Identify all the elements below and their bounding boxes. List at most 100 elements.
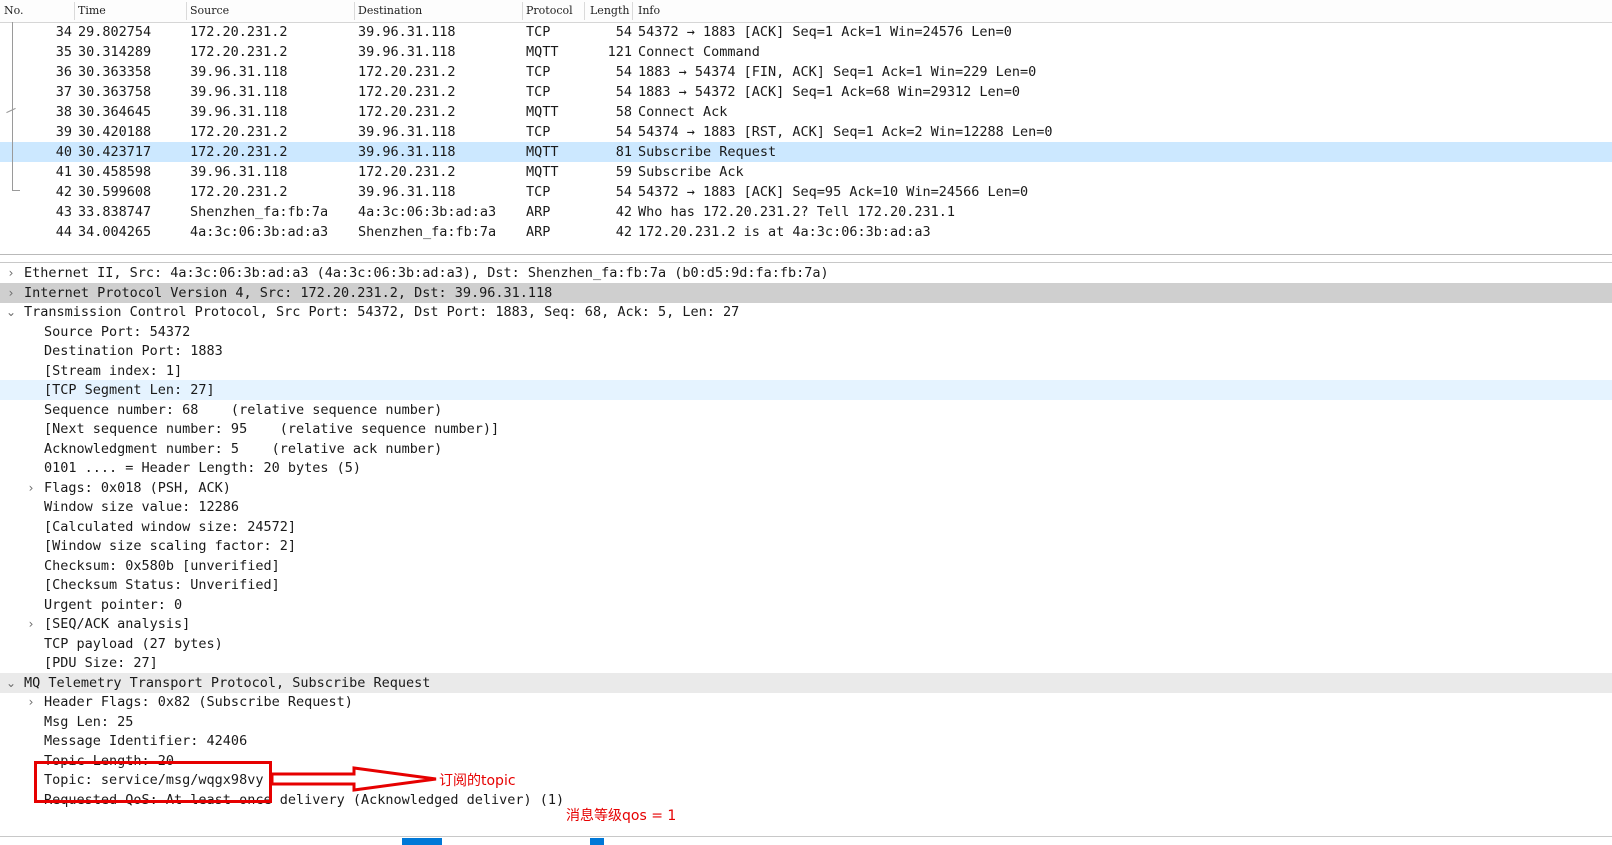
packet-cell-time: 30.599608: [78, 184, 152, 200]
packet-cell-no: 42: [55, 184, 72, 200]
detail-row-text: 0101 .... = Header Length: 20 bytes (5): [44, 460, 361, 476]
packet-cell-dst: 39.96.31.118: [358, 184, 456, 200]
detail-row[interactable]: [Stream index: 1]: [0, 361, 1612, 381]
detail-row[interactable]: › Flags: 0x018 (PSH, ACK): [0, 478, 1612, 498]
packet-cell-info: Who has 172.20.231.2? Tell 172.20.231.1: [638, 204, 955, 220]
detail-row[interactable]: › Header Flags: 0x82 (Subscribe Request): [0, 692, 1612, 712]
packet-row[interactable]: 38 30.364645 39.96.31.118 172.20.231.2 MQTT 5…: [0, 102, 1612, 122]
detail-row[interactable]: Destination Port: 1883: [0, 341, 1612, 361]
packet-cell-no: 38: [55, 104, 72, 120]
packet-cell-time: 30.458598: [78, 164, 152, 180]
col-header-source[interactable]: Source: [190, 4, 229, 17]
packet-cell-no: 44: [55, 224, 72, 240]
packet-cell-time: 33.838747: [78, 204, 152, 220]
col-header-length[interactable]: Length: [590, 4, 629, 17]
detail-row[interactable]: Sequence number: 68 (relative sequence n…: [0, 400, 1612, 420]
packet-cell-time: 34.004265: [78, 224, 152, 240]
packet-cell-proto: TCP: [526, 184, 551, 200]
packet-row[interactable]: 41 30.458598 39.96.31.118 172.20.231.2 MQTT 5…: [0, 162, 1612, 182]
detail-row-text: Message Identifier: 42406: [44, 733, 248, 749]
packet-cell-dst: 39.96.31.118: [358, 44, 456, 60]
packet-cell-proto: TCP: [526, 84, 551, 100]
chevron-down-icon[interactable]: ⌄: [4, 673, 18, 693]
annotation-arrow-icon: [270, 766, 437, 792]
detail-row[interactable]: [Checksum Status: Unverified]: [0, 575, 1612, 595]
packet-cell-src: Shenzhen_fa:fb:7a: [190, 204, 329, 220]
packet-cell-no: 34: [55, 24, 72, 40]
packet-row[interactable]: 34 29.802754 172.20.231.2 39.96.31.118 TCP 54…: [0, 22, 1612, 42]
detail-row-text: Transmission Control Protocol, Src Port:…: [24, 304, 740, 320]
detail-row[interactable]: Urgent pointer: 0: [0, 595, 1612, 615]
col-header-info[interactable]: Info: [638, 4, 660, 17]
detail-row[interactable]: ⌄ Transmission Control Protocol, Src Port…: [0, 302, 1612, 322]
chevron-right-icon[interactable]: ›: [4, 263, 18, 283]
packet-list-header: No. Time Source Destination Protocol Len…: [0, 0, 1612, 23]
packet-cell-src: 4a:3c:06:3b:ad:a3: [190, 224, 329, 240]
detail-row-text: [TCP Segment Len: 27]: [44, 382, 215, 398]
detail-row[interactable]: › Ethernet II, Src: 4a:3c:06:3b:ad:a3 (4a…: [0, 263, 1612, 283]
col-header-no[interactable]: No.: [4, 4, 24, 17]
chevron-right-icon[interactable]: ›: [24, 614, 38, 634]
packet-cell-len: 42: [615, 224, 632, 240]
packet-cell-src: 39.96.31.118: [190, 64, 288, 80]
detail-row[interactable]: ⌄ MQ Telemetry Transport Protocol, Subscr…: [0, 672, 1612, 693]
packet-cell-no: 37: [55, 84, 72, 100]
packet-cell-info: Connect Ack: [638, 104, 728, 120]
packet-row[interactable]: 36 30.363358 39.96.31.118 172.20.231.2 TCP 54…: [0, 62, 1612, 82]
detail-row[interactable]: Window size value: 12286: [0, 497, 1612, 517]
detail-row[interactable]: Msg Len: 25: [0, 712, 1612, 732]
detail-row[interactable]: Source Port: 54372: [0, 322, 1612, 342]
packet-cell-time: 30.363758: [78, 84, 152, 100]
packet-row[interactable]: 39 30.420188 172.20.231.2 39.96.31.118 TCP 54…: [0, 122, 1612, 142]
chevron-right-icon[interactable]: ›: [24, 478, 38, 498]
annotation-topic-note: 订阅的topic: [439, 773, 516, 789]
detail-row-text: [PDU Size: 27]: [44, 655, 158, 671]
detail-row[interactable]: 0101 .... = Header Length: 20 bytes (5): [0, 458, 1612, 478]
packet-cell-time: 30.314289: [78, 44, 152, 60]
packet-row[interactable]: 35 30.314289 172.20.231.2 39.96.31.118 MQTT 1…: [0, 42, 1612, 62]
annotation-highlight-box: [34, 761, 272, 803]
packet-details-pane[interactable]: › Ethernet II, Src: 4a:3c:06:3b:ad:a3 (4a…: [0, 262, 1612, 837]
detail-row[interactable]: [Next sequence number: 95 (relative sequ…: [0, 419, 1612, 439]
packet-row[interactable]: 40 30.423717 172.20.231.2 39.96.31.118 MQTT 8…: [0, 142, 1612, 162]
packet-cell-dst: Shenzhen_fa:fb:7a: [358, 224, 497, 240]
col-header-destination[interactable]: Destination: [358, 4, 422, 17]
col-header-time[interactable]: Time: [78, 4, 106, 17]
packet-row[interactable]: 43 33.838747 Shenzhen_fa:fb:7a 4a:3c:06:3b:…: [0, 202, 1612, 222]
detail-row[interactable]: [PDU Size: 27]: [0, 653, 1612, 673]
detail-row[interactable]: Message Identifier: 42406: [0, 731, 1612, 751]
packet-cell-info: 54372 → 1883 [ACK] Seq=1 Ack=1 Win=24576…: [638, 24, 1012, 40]
detail-row[interactable]: [Window size scaling factor: 2]: [0, 536, 1612, 556]
packet-cell-src: 172.20.231.2: [190, 124, 288, 140]
packet-cell-len: 121: [607, 44, 632, 60]
col-header-protocol[interactable]: Protocol: [526, 4, 573, 17]
chevron-right-icon[interactable]: ›: [4, 283, 18, 303]
chevron-down-icon[interactable]: ⌄: [4, 302, 18, 322]
packet-cell-proto: TCP: [526, 124, 551, 140]
detail-row-text: Checksum: 0x580b [unverified]: [44, 557, 280, 574]
detail-row[interactable]: › Internet Protocol Version 4, Src: 172.2…: [0, 282, 1612, 303]
packet-cell-src: 172.20.231.2: [190, 144, 288, 160]
detail-row-text: Sequence number: 68 (relative sequence n…: [44, 401, 443, 418]
detail-row-text: TCP payload (27 bytes): [44, 635, 223, 652]
packet-cell-no: 41: [55, 164, 72, 180]
detail-row-text: Ethernet II, Src: 4a:3c:06:3b:ad:a3 (4a:…: [24, 265, 829, 281]
detail-row[interactable]: [Calculated window size: 24572]: [0, 517, 1612, 537]
detail-row[interactable]: [TCP Segment Len: 27]: [0, 380, 1612, 400]
packet-row[interactable]: 42 30.599608 172.20.231.2 39.96.31.118 TCP 54…: [0, 182, 1612, 202]
packet-cell-src: 39.96.31.118: [190, 164, 288, 180]
packet-cell-len: 81: [615, 144, 632, 160]
packet-row[interactable]: 37 30.363758 39.96.31.118 172.20.231.2 TCP 54…: [0, 82, 1612, 102]
packet-row[interactable]: 44 34.004265 4a:3c:06:3b:ad:a3 Shenzhen_fa:…: [0, 222, 1612, 242]
detail-row-text: MQ Telemetry Transport Protocol, Subscri…: [24, 674, 431, 691]
packet-cell-proto: MQTT: [526, 144, 559, 160]
detail-row[interactable]: › [SEQ/ACK analysis]: [0, 614, 1612, 634]
packet-list[interactable]: No. Time Source Destination Protocol Len…: [0, 0, 1612, 255]
packet-cell-proto: TCP: [526, 64, 551, 80]
packet-cell-time: 30.363358: [78, 64, 152, 80]
chevron-right-icon[interactable]: ›: [24, 692, 38, 712]
detail-row[interactable]: Acknowledgment number: 5 (relative ack n…: [0, 439, 1612, 459]
detail-row[interactable]: Checksum: 0x580b [unverified]: [0, 556, 1612, 576]
packet-cell-src: 172.20.231.2: [190, 24, 288, 40]
detail-row[interactable]: TCP payload (27 bytes): [0, 634, 1612, 654]
